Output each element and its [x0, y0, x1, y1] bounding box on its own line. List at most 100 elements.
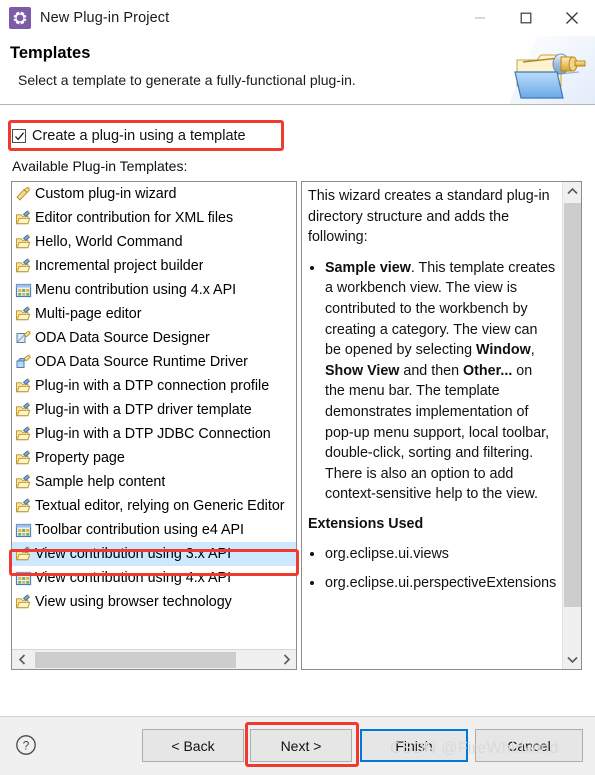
list-item[interactable]: Plug-in with a DTP driver template [12, 398, 296, 422]
plugin-folder-icon [15, 545, 32, 563]
sample-view-text-2: , [530, 342, 535, 359]
list-item[interactable]: Editor contribution for XML files [12, 206, 296, 230]
plugin-folder-icon [15, 593, 32, 611]
plugin-folder-icon [15, 209, 32, 227]
title-bar: New Plug-in Project [0, 0, 595, 36]
help-button[interactable]: ? [15, 734, 37, 756]
template-list-items: Custom plug-in wizard Editor contribution… [12, 182, 296, 649]
list-item[interactable]: ODA Data Source Designer [12, 326, 296, 350]
list-item[interactable]: Hello, World Command [12, 230, 296, 254]
close-icon[interactable] [549, 0, 595, 36]
available-templates-label: Available Plug-in Templates: [12, 158, 188, 174]
plugin-folder-icon [15, 233, 32, 251]
list-item[interactable]: Textual editor, relying on Generic Edito… [12, 494, 296, 518]
list-item[interactable]: View contribution using 3.x API [12, 542, 296, 566]
sample-view-term: Sample view [325, 259, 411, 276]
window-controls [457, 0, 595, 36]
list-item[interactable]: Sample help content [12, 470, 296, 494]
template-list-horizontal-scrollbar[interactable] [12, 649, 296, 669]
list-item: org.eclipse.ui.views [325, 544, 556, 565]
vertical-scroll-thumb[interactable] [564, 203, 581, 607]
wizard-header: Templates Select a template to generate … [0, 36, 595, 104]
plugin-gear-icon [9, 7, 31, 29]
create-from-template-checkbox[interactable]: Create a plug-in using a template [12, 128, 246, 144]
template-list[interactable]: Custom plug-in wizard Editor contribution… [11, 181, 297, 670]
list-item-label: Sample help content [35, 474, 166, 490]
chevron-up-icon[interactable] [563, 182, 581, 201]
list-item-label: Plug-in with a DTP driver template [35, 402, 252, 418]
svg-text:?: ? [23, 739, 30, 753]
custom-wizard-icon [15, 185, 32, 203]
list-item-label: ODA Data Source Runtime Driver [35, 354, 248, 370]
list-item[interactable]: Toolbar contribution using e4 API [12, 518, 296, 542]
oda-runtime-icon [15, 353, 32, 371]
list-item[interactable]: Menu contribution using 4.x API [12, 278, 296, 302]
list-item[interactable]: Property page [12, 446, 296, 470]
plugin-folder-icon [15, 305, 32, 323]
list-item[interactable]: View contribution using 4.x API [12, 566, 296, 590]
show-view-term: Show View [325, 362, 400, 379]
list-item-label: Plug-in with a DTP connection profile [35, 378, 270, 394]
page-subtitle: Select a template to generate a fully-fu… [18, 72, 356, 88]
list-item-label: Property page [35, 450, 125, 466]
list-item[interactable]: Custom plug-in wizard [12, 182, 296, 206]
list-item[interactable]: ODA Data Source Runtime Driver [12, 350, 296, 374]
list-item-label: Toolbar contribution using e4 API [35, 522, 245, 538]
oda-designer-icon [15, 329, 32, 347]
new-plugin-project-dialog: New Plug-in Project Templates Select a t… [0, 0, 595, 775]
wizard-body: Create a plug-in using a template Availa… [0, 105, 595, 716]
list-item: Sample view. This template creates a wor… [325, 258, 556, 505]
list-item[interactable]: Plug-in with a DTP connection profile [12, 374, 296, 398]
list-item-label: Custom plug-in wizard [35, 186, 177, 202]
plugin-folder-icon [15, 377, 32, 395]
template-description-panel: This wizard creates a standard plug-in d… [301, 181, 582, 670]
list-item-label: View contribution using 3.x API [35, 546, 232, 562]
list-item-label: Hello, World Command [35, 234, 183, 250]
description-bullet-list: Sample view. This template creates a wor… [308, 258, 556, 505]
chevron-down-icon[interactable] [563, 650, 581, 669]
template-description-text: This wizard creates a standard plug-in d… [302, 182, 562, 669]
minimize-icon[interactable] [457, 0, 503, 36]
window-term: Window [476, 342, 531, 359]
list-item-label: ODA Data Source Designer [35, 330, 210, 346]
window-title: New Plug-in Project [40, 10, 170, 26]
list-item[interactable]: Plug-in with a DTP JDBC Connection [12, 422, 296, 446]
list-item[interactable]: Multi-page editor [12, 302, 296, 326]
plugin-folder-icon [15, 257, 32, 275]
list-item-label: Incremental project builder [35, 258, 204, 274]
extensions-used-heading: Extensions Used [308, 515, 424, 532]
grid-toolbar-icon [15, 282, 32, 299]
create-from-template-label: Create a plug-in using a template [32, 128, 246, 144]
list-item[interactable]: Incremental project builder [12, 254, 296, 278]
list-item-label: Plug-in with a DTP JDBC Connection [35, 426, 271, 442]
list-item-label: Multi-page editor [35, 306, 142, 322]
chevron-left-icon[interactable] [12, 650, 32, 670]
watermark: CSDN @FireWhirlwind [390, 740, 559, 757]
list-item-label: Menu contribution using 4.x API [35, 282, 237, 298]
other-term: Other... [463, 362, 513, 379]
list-item[interactable]: View using browser technology [12, 590, 296, 614]
description-vertical-scrollbar[interactable] [562, 182, 581, 669]
plugin-folder-icon [15, 449, 32, 467]
sample-view-text-4: on the menu bar. The template demonstrat… [325, 362, 550, 503]
list-item-label: View contribution using 4.x API [35, 570, 232, 586]
list-item: org.eclipse.ui.perspectiveExtensions [325, 573, 556, 594]
next-button[interactable]: Next > [250, 729, 352, 762]
grid-toolbar-icon [15, 570, 32, 587]
plugin-folder-icon [15, 425, 32, 443]
folder-plug-banner-icon [503, 36, 595, 104]
chevron-right-icon[interactable] [276, 650, 296, 670]
list-item-label: View using browser technology [35, 594, 232, 610]
back-button[interactable]: < Back [142, 729, 244, 762]
horizontal-scroll-track[interactable] [32, 650, 276, 670]
checkbox-checked-icon[interactable] [12, 129, 26, 143]
horizontal-scroll-thumb[interactable] [35, 651, 236, 668]
extensions-list: org.eclipse.ui.views org.eclipse.ui.persp… [308, 544, 556, 594]
page-title: Templates [10, 44, 91, 62]
plugin-folder-icon [15, 473, 32, 491]
grid-toolbar-icon [15, 522, 32, 539]
list-item-label: Editor contribution for XML files [35, 210, 234, 226]
list-item-label: Textual editor, relying on Generic Edito… [35, 498, 285, 514]
sample-view-text-3: and then [399, 362, 464, 379]
maximize-icon[interactable] [503, 0, 549, 36]
